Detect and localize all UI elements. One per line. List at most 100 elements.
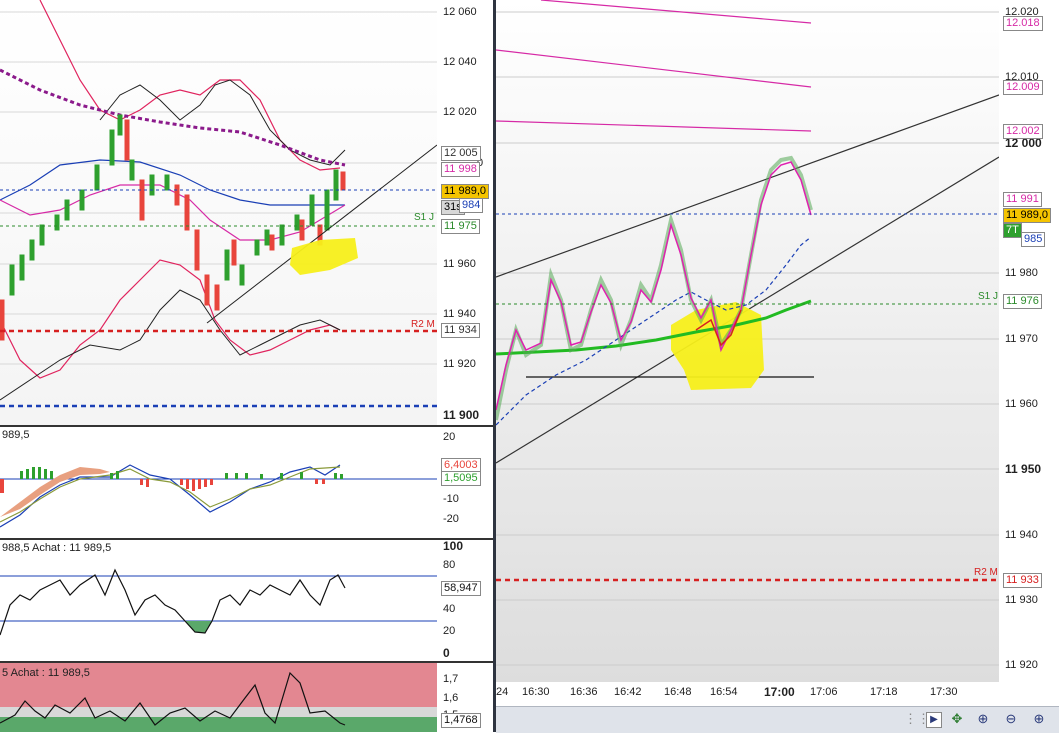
r2-tag: 11 934 — [441, 323, 480, 338]
s1-tag: 11 976 — [1003, 294, 1042, 309]
macd-svg — [0, 464, 437, 528]
pivot-tag: 12.009 — [1003, 80, 1043, 95]
zoom-in-icon[interactable]: ⊕ — [1030, 710, 1048, 728]
axis-label: 11 930 — [1005, 594, 1038, 606]
stoch-tag: 58,947 — [441, 581, 481, 596]
macd-axis[interactable]: 20 -10 -20 6,4003 1,5095 — [437, 427, 493, 538]
axis-label: 0 — [443, 646, 450, 660]
right-price-svg — [496, 0, 999, 666]
time-label: 17:30 — [930, 686, 958, 698]
price-tag: 12 005 — [441, 146, 481, 161]
bollinger-upper — [39, 0, 341, 171]
volatility-tag: 1,4768 — [441, 713, 481, 728]
axis-label: 20 — [443, 625, 456, 637]
play-icon[interactable]: ▶ — [926, 712, 942, 728]
time-label: 16:48 — [664, 686, 692, 698]
axis-label: 11 940 — [1005, 529, 1038, 541]
time-axis[interactable]: 24 16:30 16:36 16:42 16:48 16:54 17:00 1… — [496, 682, 999, 706]
axis-label: 100 — [443, 540, 464, 553]
s1-label: S1 J — [414, 212, 435, 223]
left-price-axis[interactable]: 12 060 12 040 12 020 11 960 11 940 11 92… — [437, 0, 493, 425]
stoch-plot[interactable]: 988,5 Achat : 11 989,5 — [0, 540, 437, 661]
right-price-chart[interactable]: S1 J R2 M 12.020 12.010 12 000 11 980 11… — [496, 0, 1059, 706]
r2-label: R2 M — [411, 319, 435, 330]
axis-label-major: 11 950 — [1005, 462, 1042, 476]
axis-label: -10 — [443, 493, 459, 505]
axis-label: 12 020 — [443, 106, 477, 118]
tick-count-tag: 7T — [1003, 223, 1022, 238]
time-label: 24 — [496, 686, 509, 698]
axis-label: 11 960 — [1005, 398, 1038, 410]
time-label: 17:06 — [810, 686, 838, 698]
axis-label: 11 970 — [1005, 333, 1038, 345]
axis-label: 40 — [443, 603, 456, 615]
stoch-line — [0, 568, 346, 636]
bollinger-lower — [0, 259, 341, 379]
yellow-highlight — [290, 238, 358, 275]
pivot-line — [496, 120, 812, 132]
axis-label: 80 — [443, 559, 456, 571]
time-label: 16:54 — [710, 686, 738, 698]
axis-label: 1,6 — [443, 692, 459, 704]
volatility-axis[interactable]: 1,7 1,6 1,5 1,4768 — [437, 663, 493, 732]
candles — [0, 114, 346, 341]
r2-tag: 11 933 — [1003, 573, 1042, 588]
envelope-lower — [0, 289, 341, 401]
macd-tag: 1,5095 — [441, 471, 481, 486]
axis-label: 11 980 — [1005, 267, 1038, 279]
volatility-panel[interactable]: 5 Achat : 11 989,5 1,7 1,6 1,5 1,4768 — [0, 663, 493, 732]
ma-purple-dotted — [0, 68, 346, 167]
time-label: 16:36 — [570, 686, 598, 698]
left-price-svg — [0, 0, 437, 408]
left-price-plot[interactable]: S1 J R2 M — [0, 0, 437, 425]
time-label: 17:18 — [870, 686, 898, 698]
axis-label: 11 940 — [443, 308, 476, 320]
pivot-tag: 12.002 — [1003, 124, 1043, 139]
pivot-line — [496, 49, 812, 88]
stoch-svg — [0, 568, 437, 636]
stoch-panel[interactable]: 988,5 Achat : 11 989,5 100 80 60 40 20 0… — [0, 540, 493, 661]
macd-panel[interactable]: 989,5 20 -10 -20 6,4003 1,5095 — [0, 427, 493, 538]
ma-blue — [0, 159, 345, 206]
support-trendline — [206, 144, 437, 324]
axis-label-major: 11 900 — [443, 408, 480, 422]
stoch-axis[interactable]: 100 80 60 40 20 0 58,947 — [437, 540, 493, 661]
s1-tag: 11 975 — [441, 219, 480, 234]
right-price-plot[interactable]: S1 J R2 M — [496, 0, 999, 682]
last-price-tag: 11 989,0 — [441, 184, 490, 199]
time-label: 16:42 — [614, 686, 642, 698]
macd-fill-red — [0, 467, 110, 517]
s1-label: S1 J — [978, 291, 999, 302]
stoch-title: 988,5 Achat : 11 989,5 — [2, 542, 112, 554]
envelope-upper — [99, 79, 346, 166]
left-price-chart[interactable]: S1 J R2 M 12 060 12 040 12 020 11 960 11… — [0, 0, 493, 425]
chart-toolbar: ⋮⋮ ▶ ✥ ⊕ ⊖ ⊕ — [496, 706, 1059, 733]
price-tag: 11 998 — [441, 162, 480, 177]
axis-label: 12 060 — [443, 6, 477, 18]
macd-plot[interactable]: 989,5 — [0, 427, 437, 538]
scroll-handle-icon[interactable]: ⋮⋮ — [904, 710, 930, 728]
zoom-fit-icon[interactable]: ⊕ — [974, 710, 992, 728]
axis-label: 11 920 — [443, 358, 476, 370]
right-price-axis[interactable]: 12.020 12.010 12 000 11 980 11 970 11 96… — [999, 0, 1059, 682]
r2-label: R2 M — [974, 567, 998, 578]
time-label-bold: 17:00 — [764, 685, 795, 699]
volatility-plot[interactable]: 5 Achat : 11 989,5 — [0, 663, 437, 732]
axis-label: 20 — [443, 431, 456, 443]
price-tag: 11 991 — [1003, 192, 1042, 207]
axis-label: -20 — [443, 513, 459, 525]
axis-label: 11 960 — [443, 258, 476, 270]
time-label: 16:30 — [522, 686, 550, 698]
pivot-tag: 12.018 — [1003, 16, 1043, 31]
macd-title: 989,5 — [2, 429, 30, 441]
last-price-tag: 11 989,0 — [1003, 208, 1052, 223]
price-tag: 984 — [459, 198, 484, 213]
move-icon[interactable]: ✥ — [948, 710, 966, 728]
axis-label: 11 920 — [1005, 659, 1038, 671]
price-tag: 985 — [1021, 232, 1046, 247]
channel-upper — [496, 94, 999, 278]
axis-label: 1,7 — [443, 673, 459, 685]
volatility-title: 5 Achat : 11 989,5 — [2, 667, 90, 679]
zoom-out-icon[interactable]: ⊖ — [1002, 710, 1020, 728]
axis-label: 12 040 — [443, 56, 477, 68]
